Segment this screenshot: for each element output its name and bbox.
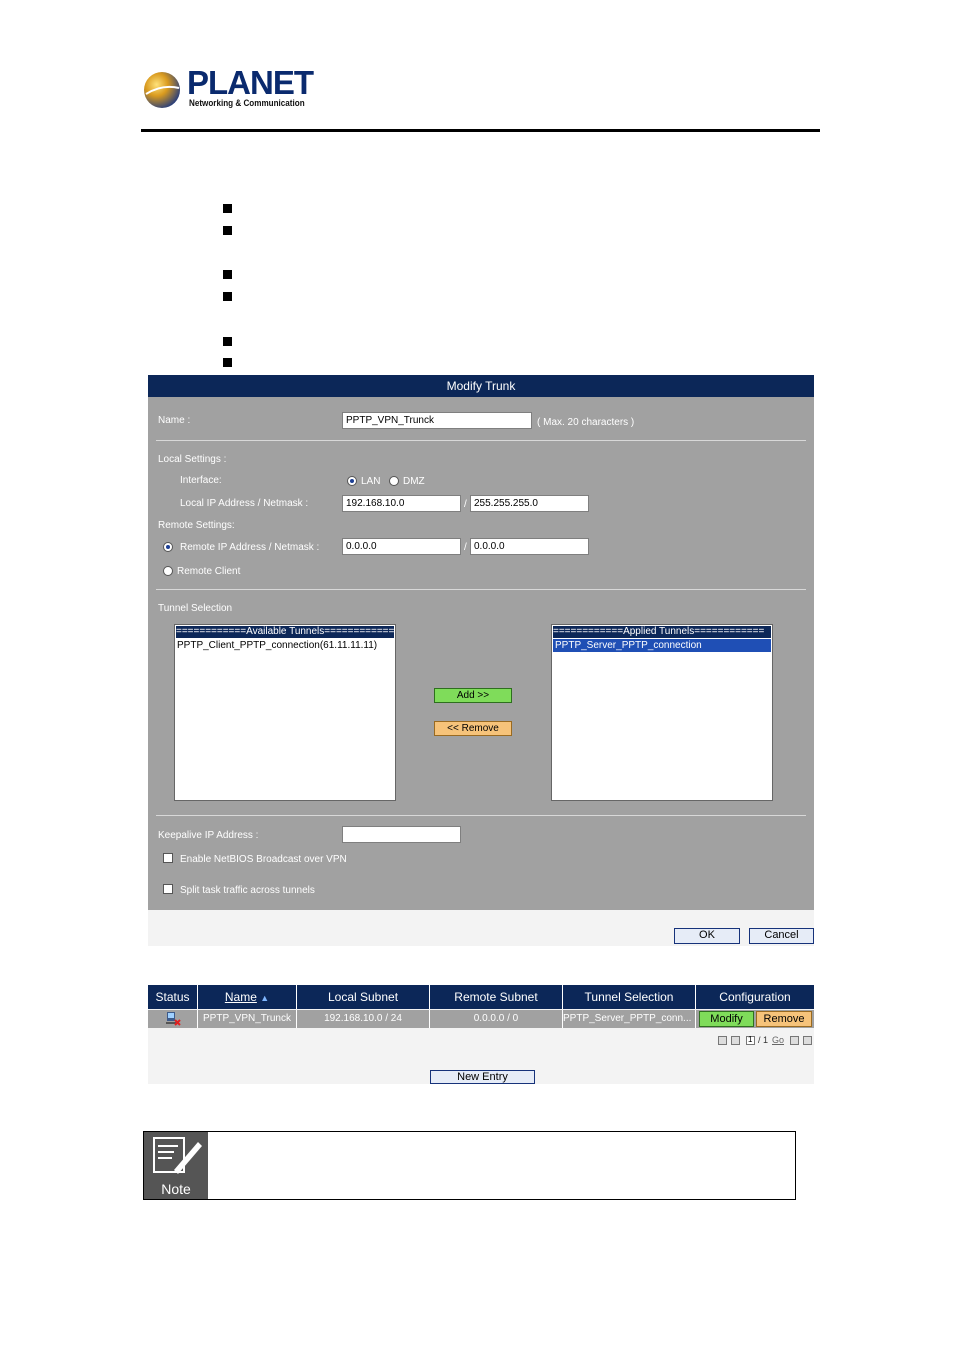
local-settings-label: Local Settings : — [158, 454, 227, 465]
keepalive-label: Keepalive IP Address : — [158, 830, 259, 841]
first-page-icon[interactable] — [718, 1036, 727, 1045]
bullet-marker — [223, 358, 232, 367]
prev-page-icon[interactable] — [731, 1036, 740, 1045]
globe-logo-icon — [144, 72, 180, 108]
remove-button[interactable]: Remove — [756, 1011, 812, 1027]
trunk-table: Status Name ▲ Local Subnet Remote Subnet… — [148, 985, 814, 1084]
available-tunnels-list[interactable]: ============Available Tunnels===========… — [174, 624, 396, 801]
cancel-button[interactable]: Cancel — [749, 928, 814, 944]
list-item[interactable]: PPTP_Server_PPTP_connection — [553, 639, 771, 652]
note-label: Note — [161, 1181, 191, 1197]
netbios-label: Enable NetBIOS Broadcast over VPN — [180, 854, 347, 865]
divider — [156, 589, 806, 590]
remote-client-radio[interactable] — [163, 566, 173, 576]
column-header-tunnel-selection: Tunnel Selection — [563, 985, 696, 1009]
tunnel-selection-label: Tunnel Selection — [158, 603, 233, 614]
header-rule — [141, 129, 820, 132]
planet-logo: PLANET Networking & Communication — [142, 64, 314, 112]
tunnel-selection-cell: PPTP_Server_PPTP_conn... — [563, 1010, 696, 1028]
new-entry-button[interactable]: New Entry — [430, 1070, 535, 1084]
remote-ip-label: Remote IP Address / Netmask : — [180, 542, 320, 553]
page-total: / 1 — [758, 1035, 769, 1045]
bullet-marker — [223, 337, 232, 346]
netbios-checkbox[interactable] — [163, 853, 173, 863]
remote-ip-input[interactable]: 0.0.0.0 — [342, 538, 461, 555]
applied-tunnels-header: ============Applied Tunnels============ — [553, 626, 771, 638]
column-header-configuration: Configuration — [696, 985, 814, 1009]
last-page-icon[interactable] — [803, 1036, 812, 1045]
configuration-cell: Modify Remove — [696, 1010, 814, 1028]
name-hint: ( Max. 20 characters ) — [537, 417, 635, 428]
divider — [156, 440, 806, 441]
name-sort-link[interactable]: Name — [225, 990, 257, 1004]
remote-netmask-input[interactable]: 0.0.0.0 — [470, 538, 589, 555]
bullet-marker — [223, 270, 232, 279]
bullet-marker — [223, 292, 232, 301]
add-button[interactable]: Add >> — [434, 688, 512, 703]
name-cell: PPTP_VPN_Trunck — [198, 1010, 297, 1028]
divider — [156, 815, 806, 816]
slash-separator: / — [464, 542, 467, 553]
list-item[interactable]: PPTP_Client_PPTP_connection(61.11.11.11) — [175, 639, 395, 652]
column-header-local-subnet: Local Subnet — [297, 985, 430, 1009]
modify-trunk-panel: Modify Trunk Name : PPTP_VPN_Trunck ( Ma… — [148, 375, 814, 946]
sort-ascending-icon: ▲ — [260, 993, 270, 1003]
note-box: Note — [143, 1131, 796, 1200]
remote-client-label: Remote Client — [177, 566, 241, 577]
split-traffic-checkbox[interactable] — [163, 884, 173, 894]
modify-button[interactable]: Modify — [699, 1011, 754, 1027]
next-page-icon[interactable] — [790, 1036, 799, 1045]
slash-separator: / — [464, 499, 467, 510]
column-header-remote-subnet: Remote Subnet — [430, 985, 563, 1009]
name-input[interactable]: PPTP_VPN_Trunck — [342, 412, 532, 429]
keepalive-input[interactable] — [342, 826, 461, 843]
bullet-marker — [223, 204, 232, 213]
panel-footer: OK Cancel — [148, 910, 814, 946]
local-subnet-cell: 192.168.10.0 / 24 — [297, 1010, 430, 1028]
logo-subtitle: Networking & Communication — [189, 98, 305, 108]
available-tunnels-header: ============Available Tunnels===========… — [176, 626, 395, 638]
bullet-marker — [223, 226, 232, 235]
note-icon: Note — [144, 1132, 208, 1199]
column-header-name[interactable]: Name ▲ — [198, 985, 297, 1009]
local-ip-label: Local IP Address / Netmask : — [180, 498, 309, 509]
remove-tunnel-button[interactable]: << Remove — [434, 721, 512, 736]
local-netmask-input[interactable]: 255.255.255.0 — [470, 495, 589, 512]
disconnected-status-icon — [165, 1012, 181, 1026]
status-cell — [148, 1010, 198, 1028]
go-button[interactable]: Go — [772, 1035, 784, 1045]
remote-subnet-cell: 0.0.0.0 / 0 — [430, 1010, 563, 1028]
pencil-note-icon — [153, 1137, 202, 1174]
logo-wordmark: PLANET — [187, 64, 314, 101]
name-label: Name : — [158, 415, 191, 426]
lan-radio[interactable] — [347, 476, 357, 486]
panel-title: Modify Trunk — [148, 375, 814, 397]
lan-radio-label: LAN — [361, 476, 381, 487]
dmz-radio-label: DMZ — [403, 476, 425, 487]
applied-tunnels-list[interactable]: ============Applied Tunnels============ … — [551, 624, 773, 801]
split-traffic-label: Split task traffic across tunnels — [180, 885, 315, 896]
page-number-input[interactable]: 1 — [746, 1035, 755, 1045]
ok-button[interactable]: OK — [674, 928, 740, 944]
interface-label: Interface: — [180, 475, 222, 486]
local-ip-input[interactable]: 192.168.10.0 — [342, 495, 461, 512]
remote-ip-radio[interactable] — [163, 542, 173, 552]
column-header-status: Status — [148, 985, 198, 1009]
remote-settings-label: Remote Settings: — [158, 520, 235, 531]
dmz-radio[interactable] — [389, 476, 399, 486]
